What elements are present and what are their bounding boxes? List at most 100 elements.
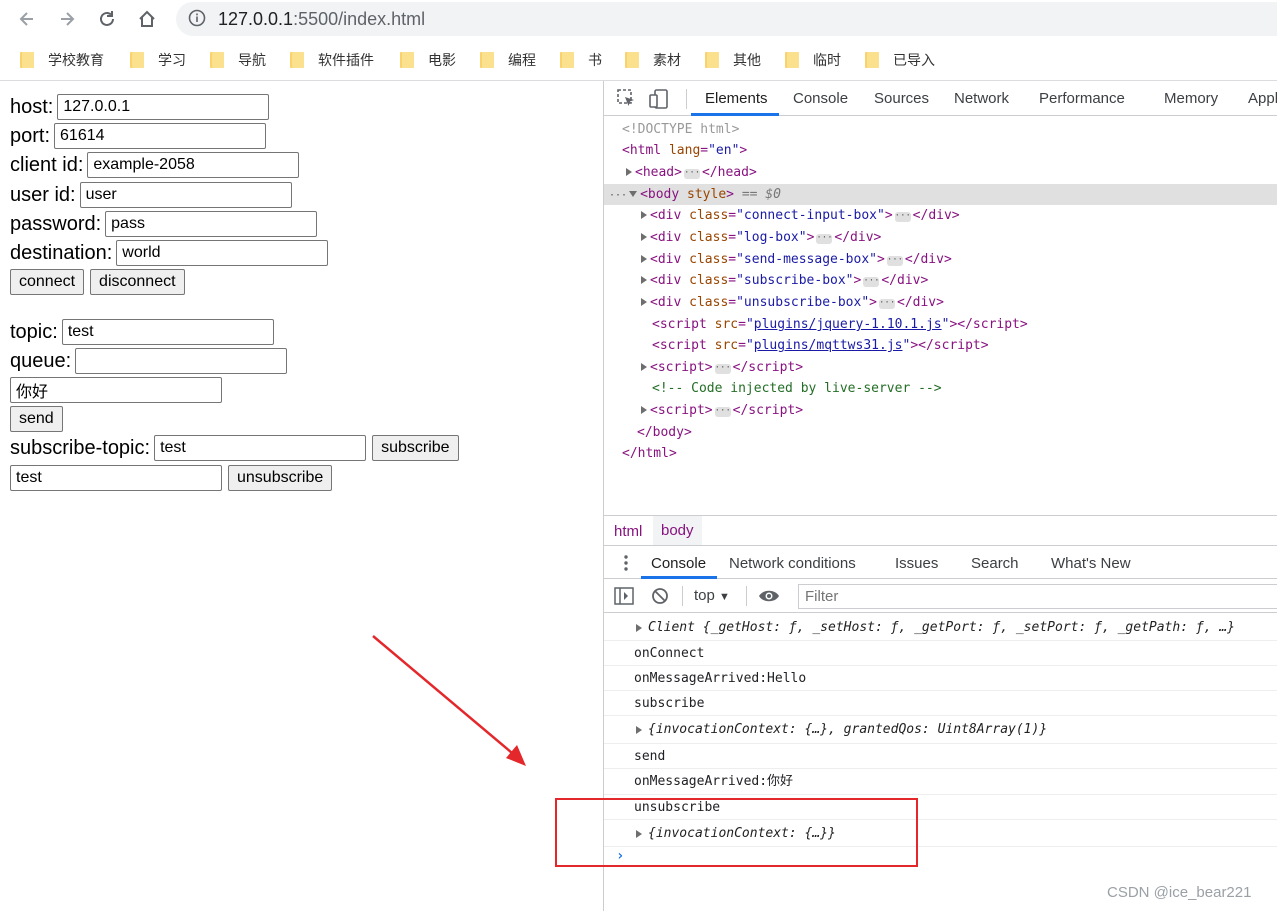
drawer-tab-network-conditions[interactable]: Network conditions [729, 555, 856, 572]
reload-button[interactable] [94, 6, 120, 32]
console-log-entry[interactable]: {invocationContext: {…}, grantedQos: Uin… [604, 716, 1277, 744]
inspect-element-icon[interactable] [616, 88, 636, 113]
forward-button[interactable] [54, 6, 80, 32]
script-node[interactable]: <script src="plugins/mqttws31.js"></scri… [652, 336, 989, 356]
expand-triangle-icon[interactable] [641, 255, 647, 263]
script-node[interactable]: <script> ··· </script> [641, 358, 803, 378]
tab-sources[interactable]: Sources [874, 90, 929, 107]
live-expression-eye-icon[interactable] [758, 588, 780, 609]
message-input[interactable] [10, 377, 222, 403]
port-row: port: [10, 123, 267, 149]
bookmark-folder[interactable]: 素材 [625, 50, 681, 70]
topic-input[interactable] [61, 319, 274, 345]
expand-triangle-icon[interactable] [641, 233, 647, 241]
ellipsis-icon[interactable]: ··· [714, 364, 731, 374]
ellipsis-icon[interactable]: ··· [879, 299, 895, 309]
body-node[interactable]: ··· <body style> == $0 [609, 185, 781, 205]
more-icon[interactable]: ··· [609, 190, 627, 201]
drawer-menu-icon[interactable] [623, 553, 629, 578]
destination-input[interactable] [116, 240, 329, 266]
clientid-input[interactable] [87, 152, 300, 178]
context-selector[interactable]: top ▼ [694, 587, 730, 604]
ellipsis-icon[interactable]: ··· [714, 407, 731, 417]
drawer-tab-issues[interactable]: Issues [895, 555, 938, 572]
tab-separator [686, 89, 687, 109]
unsubscribe-topic-input[interactable] [10, 465, 222, 491]
folder-icon [480, 52, 494, 68]
device-toolbar-icon[interactable] [648, 88, 670, 115]
expand-triangle-icon[interactable] [641, 406, 647, 414]
password-input[interactable] [105, 211, 318, 237]
subscribe-button[interactable]: subscribe [372, 435, 459, 461]
bookmark-folder[interactable]: 导航 [210, 50, 266, 70]
div-node[interactable]: <div class="subscribe-box"> ··· </div> [641, 271, 928, 291]
queue-input[interactable] [75, 348, 288, 374]
breadcrumb-html[interactable]: html [606, 523, 650, 540]
ellipsis-icon[interactable]: ··· [894, 212, 911, 222]
expand-triangle-icon[interactable] [641, 276, 647, 284]
port-input[interactable] [54, 123, 267, 149]
address-bar[interactable]: 127.0.0.1:5500/index.html [176, 2, 1277, 36]
drawer-tab-console[interactable]: Console [651, 555, 706, 572]
disconnect-button[interactable]: disconnect [90, 269, 185, 295]
script-node[interactable]: <script> ··· </script> [641, 401, 803, 421]
send-button[interactable]: send [10, 406, 63, 432]
bookmark-folder[interactable]: 其他 [705, 50, 761, 70]
bookmark-folder[interactable]: 书 [560, 50, 602, 70]
subscribe-topic-input[interactable] [154, 435, 367, 461]
tab-network[interactable]: Network [954, 90, 1009, 107]
html-node[interactable]: <html lang="en"> [622, 141, 747, 161]
bookmark-folder[interactable]: 学校教育 [20, 50, 104, 70]
script-node[interactable]: <script src="plugins/jquery-1.10.1.js"><… [652, 315, 1028, 335]
body-close-node[interactable]: </body> [637, 423, 692, 443]
div-node[interactable]: <div class="log-box"> ··· </div> [641, 228, 881, 248]
tab-application[interactable]: Applic [1248, 90, 1277, 107]
connect-button[interactable]: connect [10, 269, 85, 295]
info-icon[interactable] [188, 9, 206, 32]
ellipsis-icon[interactable]: ··· [683, 169, 700, 179]
expand-triangle-icon[interactable] [641, 211, 647, 219]
bookmark-folder[interactable]: 临时 [785, 50, 841, 70]
unsubscribe-button[interactable]: unsubscribe [228, 465, 333, 491]
doctype-node[interactable]: <!DOCTYPE html> [622, 120, 739, 140]
script-src-link[interactable]: plugins/jquery-1.10.1.js [754, 317, 942, 332]
breadcrumb-body[interactable]: body [653, 516, 702, 545]
expand-triangle-icon[interactable] [636, 726, 642, 734]
tab-performance[interactable]: Performance [1039, 90, 1125, 107]
expand-triangle-icon[interactable] [641, 363, 647, 371]
tab-elements[interactable]: Elements [705, 90, 768, 107]
comment-node[interactable]: <!-- Code injected by live-server --> [652, 379, 942, 399]
script-src-link[interactable]: plugins/mqttws31.js [754, 338, 903, 353]
bookmark-folder[interactable]: 学习 [130, 50, 186, 70]
tab-memory[interactable]: Memory [1164, 90, 1218, 107]
unsubscribe-row: unsubscribe [10, 465, 333, 491]
console-log-entry[interactable]: Client {_getHost: ƒ, _setHost: ƒ, _getPo… [604, 614, 1277, 641]
home-button[interactable] [134, 6, 160, 32]
drawer-tab-whats-new[interactable]: What's New [1051, 555, 1131, 572]
userid-input[interactable] [79, 182, 292, 208]
ellipsis-icon[interactable]: ··· [886, 256, 903, 266]
drawer-tab-search[interactable]: Search [971, 555, 1019, 572]
host-input[interactable] [57, 94, 270, 120]
clear-console-icon[interactable] [651, 587, 669, 610]
bookmark-folder[interactable]: 电影 [400, 50, 456, 70]
tab-console[interactable]: Console [793, 90, 848, 107]
bookmark-folder[interactable]: 已导入 [865, 50, 935, 70]
sidebar-toggle-icon[interactable] [614, 587, 634, 610]
html-close-node[interactable]: </html> [622, 444, 677, 464]
back-button[interactable] [14, 6, 40, 32]
head-node[interactable]: <head> ··· </head> [626, 163, 757, 183]
ellipsis-icon[interactable]: ··· [863, 277, 880, 287]
bookmark-folder[interactable]: 软件插件 [290, 50, 374, 70]
expand-triangle-icon[interactable] [636, 624, 642, 632]
collapse-triangle-icon[interactable] [629, 191, 638, 197]
expand-triangle-icon[interactable] [641, 298, 647, 306]
console-filter-input[interactable] [798, 584, 1277, 609]
expand-triangle-icon[interactable] [626, 168, 632, 176]
div-node[interactable]: <div class="connect-input-box"> ··· </div> [641, 206, 960, 226]
bookmarks-bar: 学校教育 学习 导航 软件插件 电影 编程 书 素材 其他 临时 已导入 [0, 44, 1277, 74]
bookmark-folder[interactable]: 编程 [480, 50, 536, 70]
ellipsis-icon[interactable]: ··· [816, 234, 833, 244]
div-node[interactable]: <div class="send-message-box"> ··· </div> [641, 250, 952, 270]
div-node[interactable]: <div class="unsubscribe-box"> ··· </div> [641, 293, 944, 313]
